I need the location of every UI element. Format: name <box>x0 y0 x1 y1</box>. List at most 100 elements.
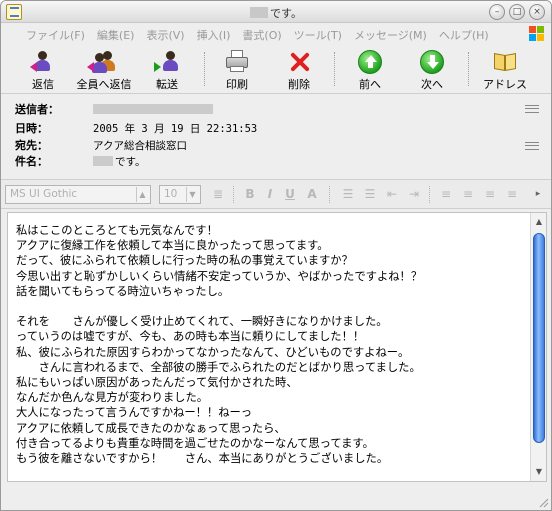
print-label: 印刷 <box>226 78 248 91</box>
from-label: 送信者： <box>15 103 59 116</box>
message-line: アクアに復縁工作を依頼して本当に良かったって思ってます。 <box>16 239 329 253</box>
up-arrow-icon <box>357 50 383 74</box>
toolbar-separator <box>468 52 469 86</box>
reply-all-icon <box>87 50 117 74</box>
resize-grip-icon[interactable] <box>537 496 549 508</box>
down-arrow-icon <box>419 50 445 74</box>
menu-format[interactable]: 書式(O) <box>237 27 286 43</box>
formatting-toolbar: MS UI Gothic ▲ 10 ▼ ≣ B I U A ☰ ☰ ⇤ ⇥ ≡ … <box>1 179 551 209</box>
scroll-down-icon[interactable]: ▼ <box>532 465 546 479</box>
message-line: 付き合ってるよりも貴重な時間を過ごせたのかなーなんて思ってます。 <box>16 436 374 450</box>
close-button[interactable]: × <box>529 4 545 20</box>
delete-icon <box>286 50 312 74</box>
menu-message[interactable]: メッセージ(M) <box>349 27 432 43</box>
redacted-subject-name <box>93 156 113 166</box>
menu-file[interactable]: ファイル(F) <box>21 27 90 43</box>
address-book-button[interactable]: アドレス <box>475 46 535 92</box>
menu-insert[interactable]: 挿入(I) <box>192 27 236 43</box>
to-expand-icon[interactable] <box>525 142 539 150</box>
align-center-icon[interactable]: ≡ <box>461 187 475 202</box>
decrease-indent-icon[interactable]: ⇤ <box>385 187 399 202</box>
message-line: 私、彼にふられた原因すらわかってなかったなんて、ひどいものですよねー。 <box>16 345 410 359</box>
redacted-name <box>250 7 269 18</box>
format-separator <box>329 186 330 203</box>
more-chevron-icon[interactable]: ▸ <box>531 187 545 202</box>
date-row: 日時： 2005 年 3 月 19 日 22:31:53 <box>15 120 257 136</box>
reply-all-button[interactable]: 全員へ返信 <box>73 46 135 92</box>
scroll-thumb[interactable] <box>533 233 545 443</box>
chevron-down-icon: ▼ <box>186 187 198 202</box>
forward-label: 転送 <box>156 78 178 91</box>
forward-icon <box>154 50 180 74</box>
reply-label: 返信 <box>32 78 54 91</box>
message-line: アクアに依頼して成長できたのかなぁって思ったら、 <box>16 421 286 435</box>
toolbar: 返信 全員へ返信 転送 印刷 削除 前へ 次へ アドレス <box>1 46 551 94</box>
delete-button[interactable]: 削除 <box>271 46 327 92</box>
bold-icon[interactable]: B <box>243 187 257 202</box>
maximize-button[interactable]: □ <box>509 4 525 20</box>
font-size-select[interactable]: 10 ▼ <box>159 185 201 204</box>
message-line: なんだか色んな見方が変わりました。 <box>16 391 209 405</box>
align-left-icon[interactable]: ≡ <box>439 187 453 202</box>
font-select[interactable]: MS UI Gothic ▲ <box>5 185 151 204</box>
reply-button[interactable]: 返信 <box>15 46 71 92</box>
from-row: 送信者： <box>15 101 213 117</box>
window-title: です。 <box>1 5 551 21</box>
message-line: 私にもいっぱい原因があったんだって気付かされた時、 <box>16 376 298 390</box>
subject-label: 件名： <box>15 155 48 168</box>
previous-label: 前へ <box>359 78 381 91</box>
toolbar-separator <box>204 52 205 86</box>
redacted-sender <box>93 104 213 114</box>
message-line: だって、彼にふられて依頼しに行った時の私の事覚えていますか？ <box>16 254 353 268</box>
from-expand-icon[interactable] <box>525 105 539 113</box>
toolbar-separator <box>334 52 335 86</box>
to-row: 宛先： アクア総合相談窓口 <box>15 137 187 153</box>
format-separator <box>233 186 234 203</box>
minimize-button[interactable]: – <box>489 4 505 20</box>
print-button[interactable]: 印刷 <box>209 46 265 92</box>
address-book-icon <box>492 50 518 74</box>
to-label: 宛先： <box>15 139 48 152</box>
menu-tools[interactable]: ツール(T) <box>289 27 347 43</box>
paragraph-style-icon[interactable]: ≣ <box>211 187 225 202</box>
message-line: っていうのは嘘ですが、今も、あの時も本当に頼りにしてました！！ <box>16 330 365 344</box>
delete-label: 削除 <box>288 78 310 91</box>
reply-icon <box>30 50 56 74</box>
vertical-scrollbar[interactable]: ▲ ▼ <box>530 213 546 481</box>
reply-all-label: 全員へ返信 <box>76 78 132 91</box>
increase-indent-icon[interactable]: ⇥ <box>407 187 421 202</box>
justify-icon[interactable]: ≡ <box>505 187 519 202</box>
mail-window: です。 – □ × ファイル(F) 編集(E) 表示(V) 挿入(I) 書式(O… <box>0 0 552 511</box>
font-color-icon[interactable]: A <box>305 187 319 202</box>
title-bar[interactable]: です。 – □ × <box>1 1 551 23</box>
window-title-text: です。 <box>270 7 302 20</box>
message-headers: 送信者： 日時： 2005 年 3 月 19 日 22:31:53 宛先： アク… <box>1 95 551 175</box>
message-line: 今思い出すと恥ずかしいくらい情緒不安定っていうか、やばかったですよね！？ <box>16 269 423 283</box>
menu-edit[interactable]: 編集(E) <box>92 27 140 43</box>
windows-logo-icon <box>529 26 545 42</box>
forward-button[interactable]: 転送 <box>139 46 195 92</box>
menu-view[interactable]: 表示(V) <box>141 27 189 43</box>
font-size-value: 10 <box>164 188 178 200</box>
address-book-label: アドレス <box>483 78 527 91</box>
font-select-value: MS UI Gothic <box>10 188 78 200</box>
menu-help[interactable]: ヘルプ(H) <box>434 27 494 43</box>
scroll-up-icon[interactable]: ▲ <box>532 215 546 229</box>
message-line: 私はここのところとても元気なんです！ <box>16 224 218 237</box>
previous-button[interactable]: 前へ <box>342 46 398 92</box>
align-right-icon[interactable]: ≡ <box>483 187 497 202</box>
date-value: 2005 年 3 月 19 日 22:31:53 <box>93 122 258 135</box>
next-button[interactable]: 次へ <box>404 46 460 92</box>
printer-icon <box>224 50 250 74</box>
underline-icon[interactable]: U <box>283 187 297 202</box>
chevron-down-icon: ▲ <box>136 187 148 202</box>
to-value: アクア総合相談窓口 <box>93 139 187 152</box>
message-line: もう彼を離さないですから！ さん、本当にありがとうございました。 <box>16 452 389 466</box>
italic-icon[interactable]: I <box>263 187 277 202</box>
message-line: それを さんが優しく受け止めてくれて、一瞬好きになりかけました。 <box>16 315 388 329</box>
bullet-list-icon[interactable]: ☰ <box>363 187 377 202</box>
subject-value: です。 <box>115 155 146 168</box>
message-line <box>16 299 521 314</box>
numbered-list-icon[interactable]: ☰ <box>341 187 355 202</box>
message-body[interactable]: 私はここのところとても元気なんです！ アクアに復縁工作を依頼して本当に良かったって… <box>7 212 547 482</box>
